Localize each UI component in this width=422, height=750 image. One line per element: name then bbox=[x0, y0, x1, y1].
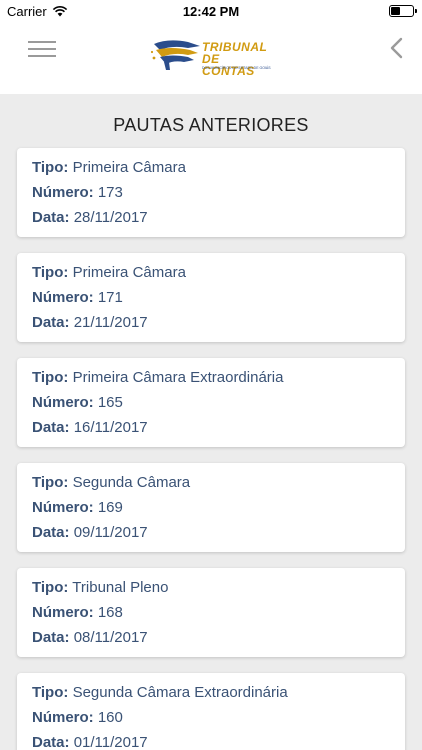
pauta-data-label: Data: bbox=[32, 419, 70, 436]
pauta-data-row: Data: 16/11/2017 bbox=[32, 419, 148, 436]
pauta-numero-value: 173 bbox=[97, 184, 123, 201]
pauta-numero-label: Número: bbox=[32, 289, 94, 306]
pauta-tipo-row: Tipo: Primeira Câmara bbox=[32, 159, 186, 176]
hamburger-icon-line bbox=[28, 48, 56, 50]
pauta-tipo-value: Primeira Câmara Extraordinária bbox=[72, 369, 284, 386]
pauta-data-row: Data: 09/11/2017 bbox=[32, 524, 148, 541]
pauta-tipo-value: Primeira Câmara bbox=[72, 159, 186, 176]
pauta-numero-row: Número: 165 bbox=[32, 394, 123, 411]
pauta-numero-label: Número: bbox=[32, 184, 94, 201]
clock: 12:42 PM bbox=[182, 4, 240, 19]
battery-icon bbox=[389, 5, 417, 17]
pauta-tipo-value: Segunda Câmara bbox=[72, 474, 191, 491]
pauta-card[interactable]: Tipo: Primeira Câmara Extraordinária Núme… bbox=[17, 358, 405, 447]
pauta-data-row: Data: 08/11/2017 bbox=[32, 629, 148, 646]
pauta-card[interactable]: Tipo: Segunda Câmara Número: 169 Data: 09/… bbox=[17, 463, 405, 552]
pauta-numero-value: 169 bbox=[97, 499, 123, 516]
pauta-data-row: Data: 28/11/2017 bbox=[32, 209, 148, 226]
pauta-data-label: Data: bbox=[32, 524, 70, 541]
pauta-tipo-value: Segunda Câmara Extraordinária bbox=[72, 684, 288, 701]
pauta-numero-row: Número: 168 bbox=[32, 604, 123, 621]
page-title: PAUTAS ANTERIORES bbox=[113, 115, 309, 135]
pauta-tipo-label: Tipo: bbox=[32, 579, 69, 596]
pauta-numero-value: 171 bbox=[97, 289, 123, 306]
pauta-data-value: 01/11/2017 bbox=[73, 734, 148, 750]
pauta-data-label: Data: bbox=[32, 314, 70, 331]
pauta-tipo-row: Tipo: Segunda Câmara bbox=[32, 474, 190, 491]
menu-button[interactable] bbox=[28, 40, 58, 60]
pauta-card[interactable]: Tipo: Segunda Câmara Extraordinária Númer… bbox=[17, 673, 405, 750]
back-button[interactable] bbox=[386, 36, 406, 60]
pauta-data-value: 28/11/2017 bbox=[73, 209, 148, 226]
pauta-numero-row: Número: 160 bbox=[32, 709, 123, 726]
pauta-numero-value: 168 bbox=[97, 604, 123, 621]
hamburger-icon-line bbox=[28, 41, 56, 43]
pauta-tipo-value: Primeira Câmara bbox=[72, 264, 186, 281]
pauta-data-value: 08/11/2017 bbox=[73, 629, 148, 646]
pauta-card[interactable]: Tipo: Tribunal Pleno Número: 168 Data: 08/… bbox=[17, 568, 405, 657]
pauta-tipo-row: Tipo: Primeira Câmara Extraordinária bbox=[32, 369, 283, 386]
pauta-tipo-label: Tipo: bbox=[32, 159, 69, 176]
pauta-tipo-label: Tipo: bbox=[32, 369, 69, 386]
pauta-tipo-label: Tipo: bbox=[32, 684, 69, 701]
pauta-numero-value: 160 bbox=[97, 709, 123, 726]
hamburger-icon-line bbox=[28, 55, 56, 57]
pauta-tipo-row: Tipo: Segunda Câmara Extraordinária bbox=[32, 684, 288, 701]
pauta-card[interactable]: Tipo: Primeira Câmara Número: 173 Data: 28… bbox=[17, 148, 405, 237]
tcm-logo: TRIBUNAL DE CONTAS DOS MUNICÍPIOS DO EST… bbox=[148, 38, 274, 77]
pauta-data-value: 16/11/2017 bbox=[73, 419, 148, 436]
logo-text-line2: DE CONTAS bbox=[202, 52, 255, 78]
logo-emblem-icon bbox=[150, 40, 200, 70]
pauta-data-row: Data: 01/11/2017 bbox=[32, 734, 148, 750]
pauta-data-label: Data: bbox=[32, 629, 70, 646]
pauta-numero-label: Número: bbox=[32, 394, 94, 411]
pauta-numero-value: 165 bbox=[97, 394, 123, 411]
chevron-left-icon bbox=[390, 37, 403, 59]
pauta-card[interactable]: Tipo: Primeira Câmara Número: 171 Data: 21… bbox=[17, 253, 405, 342]
pauta-numero-row: Número: 173 bbox=[32, 184, 123, 201]
pautas-list: Tipo: Primeira Câmara Número: 173 Data: 28… bbox=[17, 148, 405, 750]
pauta-tipo-label: Tipo: bbox=[32, 474, 69, 491]
pauta-tipo-label: Tipo: bbox=[32, 264, 69, 281]
pauta-data-label: Data: bbox=[32, 209, 70, 226]
pauta-tipo-row: Tipo: Tribunal Pleno bbox=[32, 579, 168, 596]
pauta-tipo-row: Tipo: Primeira Câmara bbox=[32, 264, 186, 281]
pauta-numero-row: Número: 171 bbox=[32, 289, 123, 306]
nav-bar: TRIBUNAL DE CONTAS DOS MUNICÍPIOS DO EST… bbox=[0, 22, 422, 94]
pauta-data-value: 09/11/2017 bbox=[73, 524, 148, 541]
pauta-data-value: 21/11/2017 bbox=[73, 314, 148, 331]
pauta-tipo-value: Tribunal Pleno bbox=[72, 579, 169, 596]
pauta-numero-label: Número: bbox=[32, 604, 94, 621]
status-bar: Carrier 12:42 PM bbox=[0, 0, 422, 22]
pauta-data-row: Data: 21/11/2017 bbox=[32, 314, 148, 331]
pauta-numero-label: Número: bbox=[32, 709, 94, 726]
logo-subtitle: DOS MUNICÍPIOS DO ESTADO DE GOIÁS bbox=[202, 66, 271, 70]
pauta-numero-label: Número: bbox=[32, 499, 94, 516]
pauta-numero-row: Número: 169 bbox=[32, 499, 123, 516]
pauta-data-label: Data: bbox=[32, 734, 70, 750]
